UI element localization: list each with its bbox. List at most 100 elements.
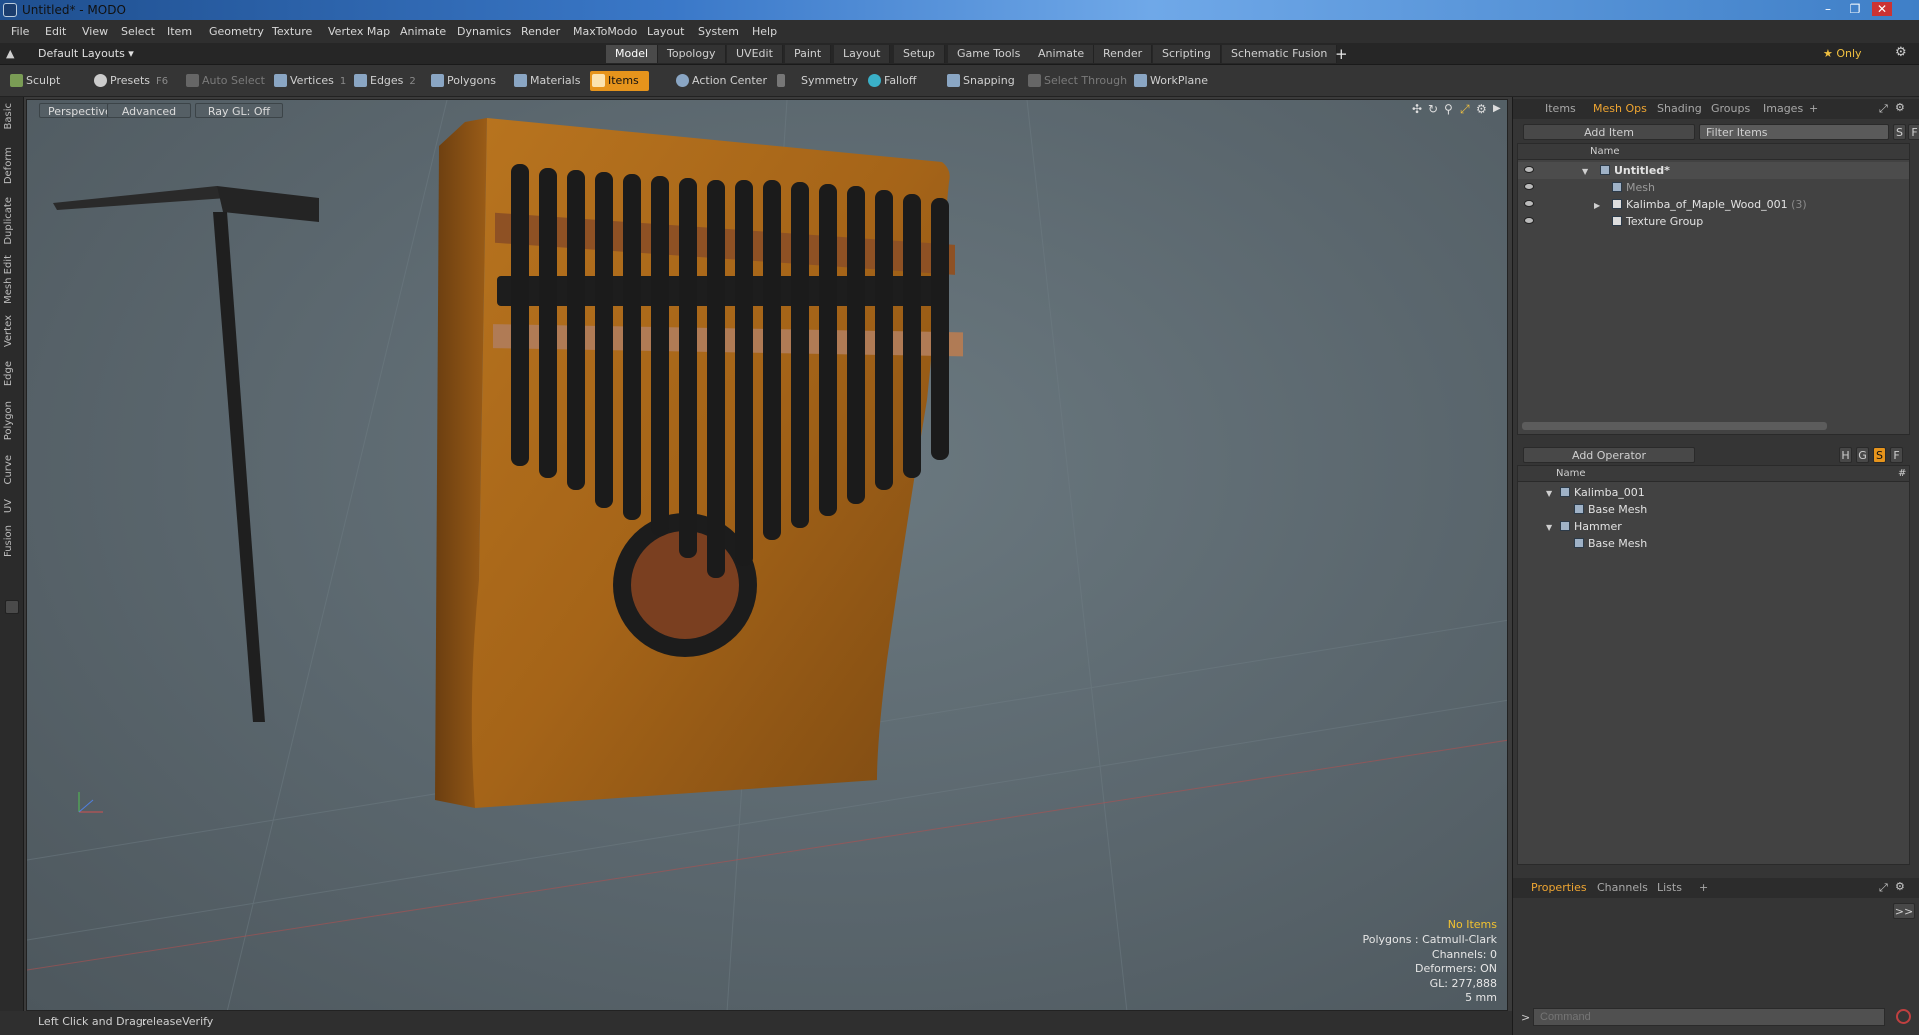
- layout-selector[interactable]: Default Layouts ▾: [38, 47, 134, 60]
- add-operator-button[interactable]: Add Operator: [1523, 447, 1695, 463]
- filter-items-input[interactable]: Filter Items: [1699, 124, 1889, 140]
- symmetry-button[interactable]: Symmetry: [775, 71, 858, 91]
- tree-row-texture-group[interactable]: Texture Group: [1518, 213, 1909, 230]
- expand-arrow-icon[interactable]: ▼: [1546, 519, 1552, 536]
- panel-gear-icon[interactable]: ⚙: [1895, 101, 1905, 114]
- vtab-polygon[interactable]: Polygon: [3, 401, 21, 440]
- tab-setup[interactable]: Setup: [894, 45, 946, 63]
- snapping-button[interactable]: Snapping: [945, 71, 1015, 91]
- tree-row-mesh[interactable]: Mesh: [1518, 179, 1909, 196]
- menu-layout[interactable]: Layout: [647, 25, 684, 38]
- tab-scripting[interactable]: Scripting: [1153, 45, 1221, 63]
- action-center-button[interactable]: Action Center: [674, 71, 767, 91]
- expand-arrow-icon[interactable]: ▼: [1546, 485, 1552, 502]
- meshop-row-hammer[interactable]: ▼ Hammer: [1518, 518, 1909, 535]
- select-through-button[interactable]: Select Through: [1026, 71, 1127, 91]
- materials-button[interactable]: Materials: [512, 71, 580, 91]
- menu-maxtomodo[interactable]: MaxToModo: [573, 25, 637, 38]
- viewport-menu-arrow-icon[interactable]: ▶: [1493, 103, 1501, 114]
- command-record-icon[interactable]: [1896, 1009, 1911, 1024]
- tab-game-tools[interactable]: Game Tools: [948, 45, 1031, 63]
- vtab-fusion[interactable]: Fusion: [3, 525, 21, 557]
- workplane-button[interactable]: WorkPlane: [1132, 71, 1208, 91]
- tab-mesh-ops[interactable]: Mesh Ops: [1585, 102, 1655, 115]
- tab-layout[interactable]: Layout: [834, 45, 891, 63]
- menu-geometry[interactable]: Geometry: [209, 25, 264, 38]
- polygons-button[interactable]: Polygons: [429, 71, 496, 91]
- meshop-row-base-mesh-2[interactable]: Base Mesh: [1518, 535, 1909, 552]
- items-f-button[interactable]: F: [1908, 124, 1919, 140]
- vtab-uv[interactable]: UV: [3, 499, 21, 513]
- menu-vertex-map[interactable]: Vertex Map: [328, 25, 390, 38]
- vtab-edge[interactable]: Edge: [3, 361, 21, 386]
- tree-row-untitled[interactable]: ▼ Untitled*: [1518, 162, 1909, 179]
- properties-expand-button[interactable]: >>: [1893, 903, 1915, 919]
- tab-items[interactable]: Items: [1537, 102, 1584, 115]
- add-tab-button[interactable]: +: [1335, 45, 1348, 63]
- visibility-eye-icon[interactable]: [1524, 200, 1534, 207]
- menu-view[interactable]: View: [82, 25, 108, 38]
- visibility-eye-icon[interactable]: [1524, 183, 1534, 190]
- menu-select[interactable]: Select: [121, 25, 155, 38]
- layout-arrow-icon[interactable]: ▲: [6, 47, 14, 60]
- zoom-icon[interactable]: ⚲: [1444, 102, 1453, 116]
- vtab-curve[interactable]: Curve: [3, 455, 21, 485]
- vtab-duplicate[interactable]: Duplicate: [3, 197, 21, 245]
- properties-expand-icon[interactable]: ⤢: [1879, 881, 1888, 895]
- meshop-row-kalimba[interactable]: ▼ Kalimba_001: [1518, 484, 1909, 501]
- items-s-button[interactable]: S: [1893, 124, 1906, 140]
- panel-expand-icon[interactable]: ⤢: [1879, 102, 1888, 116]
- tab-properties[interactable]: Properties: [1523, 881, 1595, 894]
- meshops-g-button[interactable]: G: [1856, 447, 1869, 463]
- visibility-eye-icon[interactable]: [1524, 166, 1534, 173]
- close-icon[interactable]: ✕: [1872, 2, 1892, 16]
- vtab-mesh-edit[interactable]: Mesh Edit: [3, 255, 21, 304]
- tab-animate[interactable]: Animate: [1029, 45, 1095, 63]
- menu-render[interactable]: Render: [521, 25, 560, 38]
- sculpt-button[interactable]: Sculpt: [8, 71, 60, 91]
- rotate-icon[interactable]: ↻: [1428, 102, 1438, 116]
- menu-texture[interactable]: Texture: [272, 25, 312, 38]
- menu-item[interactable]: Item: [167, 25, 192, 38]
- strip-options-button[interactable]: [5, 600, 19, 614]
- meshop-row-base-mesh-1[interactable]: Base Mesh: [1518, 501, 1909, 518]
- expand-arrow-icon[interactable]: ▶: [1594, 197, 1600, 214]
- vtab-vertex[interactable]: Vertex: [3, 315, 21, 347]
- vtab-deform[interactable]: Deform: [3, 147, 21, 184]
- tab-uvedit[interactable]: UVEdit: [727, 45, 783, 63]
- tab-paint[interactable]: Paint: [785, 45, 832, 63]
- shading-mode-button[interactable]: Advanced: [107, 103, 191, 118]
- menu-file[interactable]: File: [11, 25, 29, 38]
- menu-dynamics[interactable]: Dynamics: [457, 25, 511, 38]
- edges-button[interactable]: Edges 2: [352, 71, 416, 91]
- tab-model[interactable]: Model: [606, 45, 659, 63]
- meshops-s-button[interactable]: S: [1873, 447, 1886, 463]
- presets-button[interactable]: Presets F6: [92, 71, 168, 91]
- gear-icon[interactable]: ⚙: [1895, 45, 1907, 60]
- tree-row-kalimba[interactable]: ▶ Kalimba_of_Maple_Wood_001 (3): [1518, 196, 1909, 213]
- item-list-scrollbar[interactable]: [1522, 422, 1827, 430]
- tab-topology[interactable]: Topology: [658, 45, 726, 63]
- menu-system[interactable]: System: [698, 25, 739, 38]
- pan-icon[interactable]: ✣: [1412, 102, 1422, 116]
- menu-edit[interactable]: Edit: [45, 25, 66, 38]
- tab-channels[interactable]: Channels: [1589, 881, 1656, 894]
- items-button[interactable]: Items: [590, 71, 649, 91]
- minimize-icon[interactable]: –: [1818, 2, 1838, 16]
- expand-arrow-icon[interactable]: ▼: [1582, 163, 1588, 180]
- 3d-viewport[interactable]: Perspective Advanced Ray GL: Off ✣ ↻ ⚲ ⤢…: [26, 99, 1508, 1011]
- meshops-h-button[interactable]: H: [1839, 447, 1852, 463]
- tab-lists[interactable]: Lists: [1649, 881, 1690, 894]
- falloff-button[interactable]: Falloff: [866, 71, 916, 91]
- only-toggle[interactable]: ★ Only: [1823, 47, 1862, 60]
- raygl-button[interactable]: Ray GL: Off: [195, 103, 283, 118]
- visibility-eye-icon[interactable]: [1524, 217, 1534, 224]
- vertices-button[interactable]: Vertices 1: [272, 71, 346, 91]
- menu-animate[interactable]: Animate: [400, 25, 446, 38]
- tab-schematic-fusion[interactable]: Schematic Fusion: [1222, 45, 1338, 63]
- tab-render[interactable]: Render: [1094, 45, 1153, 63]
- add-properties-tab[interactable]: +: [1691, 881, 1716, 894]
- meshops-f-button[interactable]: F: [1890, 447, 1903, 463]
- menu-help[interactable]: Help: [752, 25, 777, 38]
- add-item-button[interactable]: Add Item: [1523, 124, 1695, 140]
